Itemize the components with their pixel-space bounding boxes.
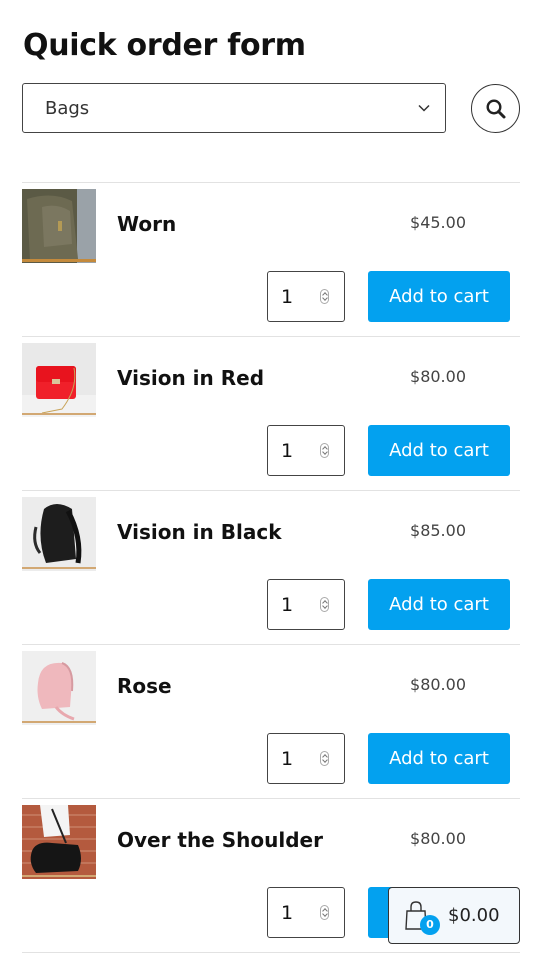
product-image xyxy=(22,805,96,879)
chevron-down-icon xyxy=(418,104,430,112)
shopping-bag-icon: 0 xyxy=(405,900,440,935)
product-price: $85.00 xyxy=(410,521,466,540)
product-name[interactable]: Over the Shoulder xyxy=(117,828,323,852)
category-select-value: Bags xyxy=(45,97,90,119)
product-name[interactable]: Worn xyxy=(117,212,176,236)
quantity-input[interactable]: 1 xyxy=(267,271,345,322)
add-to-cart-button[interactable]: Add to cart xyxy=(368,733,510,784)
search-icon xyxy=(485,98,505,118)
product-row: Worn $45.00 1 Add to cart xyxy=(22,182,520,336)
product-price: $80.00 xyxy=(410,367,466,386)
product-price: $45.00 xyxy=(410,213,466,232)
page-title: Quick order form xyxy=(23,28,306,63)
product-row: Rose $80.00 1 Add to cart xyxy=(22,644,520,798)
product-name[interactable]: Vision in Red xyxy=(117,366,264,390)
product-image xyxy=(22,651,96,725)
quantity-value: 1 xyxy=(281,901,294,924)
quantity-spinner[interactable] xyxy=(320,443,329,458)
search-button[interactable] xyxy=(471,84,520,133)
quantity-spinner[interactable] xyxy=(320,751,329,766)
cart-count-badge: 0 xyxy=(420,914,440,935)
product-price: $80.00 xyxy=(410,829,466,848)
add-to-cart-button[interactable]: Add to cart xyxy=(368,425,510,476)
quantity-value: 1 xyxy=(281,285,294,308)
quantity-value: 1 xyxy=(281,439,294,462)
list-divider xyxy=(22,952,520,953)
product-name[interactable]: Rose xyxy=(117,674,172,698)
add-to-cart-button[interactable]: Add to cart xyxy=(368,271,510,322)
quantity-spinner[interactable] xyxy=(320,905,329,920)
quantity-input[interactable]: 1 xyxy=(267,887,345,938)
product-price: $80.00 xyxy=(410,675,466,694)
quantity-input[interactable]: 1 xyxy=(267,425,345,476)
quantity-input[interactable]: 1 xyxy=(267,733,345,784)
mini-cart-button[interactable]: 0 $0.00 xyxy=(388,887,520,944)
quantity-input[interactable]: 1 xyxy=(267,579,345,630)
category-select[interactable]: Bags xyxy=(22,83,446,133)
product-row: Vision in Black $85.00 1 Add to cart xyxy=(22,490,520,644)
quantity-spinner[interactable] xyxy=(320,597,329,612)
quantity-value: 1 xyxy=(281,747,294,770)
cart-total: $0.00 xyxy=(448,905,500,926)
product-name[interactable]: Vision in Black xyxy=(117,520,282,544)
product-row: Vision in Red $80.00 1 Add to cart xyxy=(22,336,520,490)
quantity-value: 1 xyxy=(281,593,294,616)
product-list: Worn $45.00 1 Add to cart Vision in Red … xyxy=(22,182,520,953)
add-to-cart-button[interactable]: Add to cart xyxy=(368,579,510,630)
product-image xyxy=(22,343,96,417)
product-image xyxy=(22,189,96,263)
product-image xyxy=(22,497,96,571)
quantity-spinner[interactable] xyxy=(320,289,329,304)
